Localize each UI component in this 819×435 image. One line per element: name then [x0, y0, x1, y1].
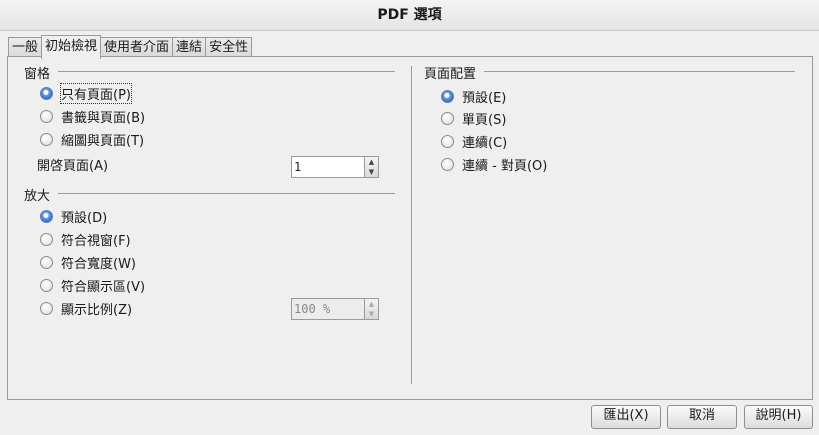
radio-button[interactable]	[441, 111, 454, 125]
open-page-label: 開啓頁面(A)	[37, 159, 109, 174]
tab-user-interface[interactable]: 使用者介面	[100, 37, 174, 58]
radio-label: 連續(C)	[462, 135, 508, 151]
radio-label: 連續 - 對頁(O)	[462, 158, 548, 174]
open-page-input[interactable]	[291, 156, 365, 178]
radio-button[interactable]	[40, 132, 53, 146]
magnification-section-divider	[58, 193, 395, 194]
open-page-spinner[interactable]: ▲ ▼	[291, 156, 379, 178]
page-layout-section-title: 頁面配置	[424, 67, 477, 82]
pane-section-title: 窗格	[24, 67, 51, 82]
tab-initial-view[interactable]: 初始檢視	[41, 35, 102, 59]
radio-button[interactable]	[40, 109, 53, 123]
radio-label: 顯示比例(Z)	[61, 302, 133, 318]
magnification-section-title: 放大	[24, 189, 51, 204]
chevron-down-icon[interactable]: ▼	[365, 309, 378, 319]
magnification-option-fit-window[interactable]: 符合視窗(F)	[40, 230, 131, 249]
radio-label: 預設(D)	[61, 210, 108, 226]
magnification-option-fit-width[interactable]: 符合寬度(W)	[40, 253, 136, 272]
page-layout-option-continuous[interactable]: 連續(C)	[441, 132, 508, 151]
radio-button[interactable]	[40, 278, 53, 292]
radio-button[interactable]	[441, 157, 454, 171]
radio-label: 單頁(S)	[462, 112, 507, 128]
page-layout-option-single-page[interactable]: 單頁(S)	[441, 109, 507, 128]
tab-general[interactable]: 一般	[8, 37, 43, 58]
spinner-arrows[interactable]: ▲ ▼	[365, 156, 379, 178]
page-layout-option-default[interactable]: 預設(E)	[441, 87, 507, 106]
help-button[interactable]: 說明(H)	[744, 405, 813, 429]
pane-option-page-only[interactable]: 只有頁面(P)	[40, 82, 132, 104]
zoom-factor-spinner[interactable]: ▲ ▼	[291, 298, 379, 320]
radio-label: 縮圖與頁面(T)	[61, 133, 145, 149]
chevron-up-icon[interactable]: ▲	[365, 299, 378, 309]
radio-label: 符合視窗(F)	[61, 233, 131, 249]
zoom-factor-input[interactable]	[291, 298, 365, 320]
pane-option-bookmarks-and-page[interactable]: 書籤與頁面(B)	[40, 107, 146, 126]
radio-button[interactable]	[441, 89, 454, 103]
export-button[interactable]: 匯出(X)	[591, 405, 661, 429]
radio-label: 預設(E)	[462, 90, 507, 106]
chevron-up-icon[interactable]: ▲	[365, 157, 378, 167]
radio-button[interactable]	[40, 301, 53, 315]
cancel-button[interactable]: 取消	[667, 405, 737, 429]
radio-label: 書籤與頁面(B)	[61, 110, 146, 126]
radio-button[interactable]	[40, 86, 53, 100]
window-title: PDF 選項	[0, 0, 819, 31]
tab-security[interactable]: 安全性	[205, 37, 253, 58]
radio-button[interactable]	[40, 209, 53, 223]
tab-bar: 一般 初始檢視 使用者介面 連結 安全性	[8, 35, 253, 59]
chevron-down-icon[interactable]: ▼	[365, 167, 378, 177]
radio-label: 只有頁面(P)	[60, 82, 132, 104]
pane-section-divider	[58, 71, 395, 72]
magnification-option-zoom-factor[interactable]: 顯示比例(Z)	[40, 299, 133, 318]
column-separator	[411, 66, 412, 384]
radio-button[interactable]	[441, 134, 454, 148]
spinner-arrows[interactable]: ▲ ▼	[365, 298, 379, 320]
radio-button[interactable]	[40, 232, 53, 246]
magnification-option-fit-visible[interactable]: 符合顯示區(V)	[40, 276, 146, 295]
magnification-option-default[interactable]: 預設(D)	[40, 207, 108, 226]
tab-links[interactable]: 連結	[172, 37, 207, 58]
page-layout-section-divider	[484, 71, 795, 72]
radio-label: 符合顯示區(V)	[61, 279, 146, 295]
page-layout-option-continuous-facing[interactable]: 連續 - 對頁(O)	[441, 155, 548, 174]
radio-button[interactable]	[40, 255, 53, 269]
pane-option-thumbnails-and-page[interactable]: 縮圖與頁面(T)	[40, 130, 145, 149]
radio-label: 符合寬度(W)	[61, 256, 136, 272]
